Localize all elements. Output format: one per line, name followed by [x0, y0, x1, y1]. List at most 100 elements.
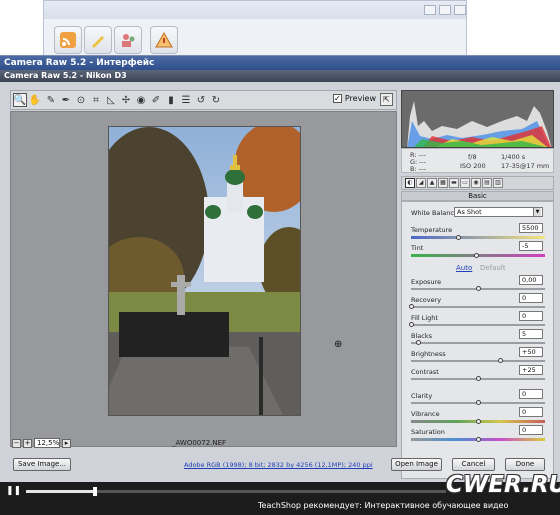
open-image-button[interactable]: Open Image [391, 458, 442, 471]
pause-icon[interactable]: ❚❚ [6, 486, 21, 496]
default-button[interactable]: Default [480, 264, 506, 272]
fill-light-input[interactable]: 0 [519, 311, 543, 321]
temperature-slider-knob[interactable] [456, 235, 461, 240]
done-button[interactable]: Done [505, 458, 545, 471]
temperature-slider[interactable] [411, 236, 545, 239]
cancel-button[interactable]: Cancel [452, 458, 495, 471]
maximize-icon[interactable] [439, 5, 451, 15]
auto-button[interactable]: Auto [456, 264, 472, 272]
iso: ISO 200 [460, 162, 486, 170]
crop-tool-icon[interactable]: ⌗ [89, 93, 103, 107]
fill-light-slider-knob[interactable] [409, 322, 414, 327]
video-progress-handle[interactable] [93, 487, 97, 496]
tool-bar: 🔍 ✋ ✎ ✒ ⊙ ⌗ ◺ ✢ ◉ ✐ ▮ ☰ ↺ ↻ ✓ Preview ⇱ [10, 90, 397, 110]
contrast-input[interactable]: +25 [519, 365, 543, 375]
brightness-input[interactable]: +50 [519, 347, 543, 357]
warning-icon[interactable] [150, 26, 178, 54]
vibrance-slider-knob[interactable] [476, 419, 481, 424]
save-image-button[interactable]: Save Image... [13, 458, 71, 471]
contrast-slider-knob[interactable] [476, 376, 481, 381]
saturation-label: Saturation [411, 428, 445, 436]
tab-tone-curve-icon[interactable]: ◢ [416, 178, 426, 188]
clarity-slider-knob[interactable] [476, 400, 481, 405]
close-icon[interactable] [454, 5, 466, 15]
file-name: _AWO0072.NEF [172, 439, 227, 447]
image-preview-area[interactable]: ⊕ [10, 111, 397, 447]
camera-raw-window: Camera Raw 5.2 - Интерфейс Camera Raw 5.… [0, 55, 560, 515]
graduated-filter-icon[interactable]: ▮ [164, 93, 178, 107]
zoom-out-button[interactable]: − [12, 438, 21, 448]
exposure-slider-knob[interactable] [476, 286, 481, 291]
brightness-label: Brightness [411, 350, 446, 358]
tab-detail-icon[interactable]: ▲ [427, 178, 437, 188]
photo-preview [108, 126, 301, 416]
temperature-input[interactable]: 5500 [519, 223, 543, 233]
video-progress[interactable] [26, 487, 446, 496]
tab-camera-calibration-icon[interactable]: ◉ [471, 178, 481, 188]
panel-title: Basic [401, 191, 554, 201]
basic-panel: White Balance: As Shot ▼ Temperature 550… [401, 201, 554, 479]
zoom-cursor-icon: ⊕ [334, 339, 343, 350]
vibrance-input[interactable]: 0 [519, 407, 543, 417]
tab-snapshots-icon[interactable]: ▥ [493, 178, 503, 188]
rotate-left-icon[interactable]: ↺ [194, 93, 208, 107]
saturation-input[interactable]: 0 [519, 425, 543, 435]
hand-tool-icon[interactable]: ✋ [28, 93, 42, 107]
zoom-dropdown-icon[interactable]: ▸ [62, 438, 71, 448]
spot-removal-icon[interactable]: ✢ [119, 93, 133, 107]
tab-split-toning-icon[interactable]: ▬ [449, 178, 459, 188]
red-eye-icon[interactable]: ◉ [134, 93, 148, 107]
tab-lens-icon[interactable]: ▭ [460, 178, 470, 188]
lens: 17-35@17 mm [501, 162, 550, 170]
tint-slider-knob[interactable] [474, 253, 479, 258]
tint-input[interactable]: -5 [519, 241, 543, 251]
panel-tabs: ◐ ◢ ▲ ▦ ▬ ▭ ◉ ▤ ▥ [401, 176, 554, 190]
tab-hsl-icon[interactable]: ▦ [438, 178, 448, 188]
fullscreen-icon[interactable]: ⇱ [380, 93, 393, 106]
pencil-icon[interactable] [84, 26, 112, 54]
users-icon[interactable] [114, 26, 142, 54]
checkbox-check-icon[interactable]: ✓ [332, 94, 342, 103]
tab-presets-icon[interactable]: ▤ [482, 178, 492, 188]
brightness-slider[interactable] [411, 360, 545, 362]
b-label: B: [410, 165, 417, 173]
watermark: CWER.RU [446, 472, 560, 498]
blacks-label: Blacks [411, 332, 432, 340]
right-panel: R: G: B: --- --- --- f/8 1/400 s ISO 200… [400, 90, 555, 479]
white-balance-value: As Shot [457, 208, 482, 216]
white-balance-select[interactable]: As Shot ▼ [454, 207, 543, 217]
exposure-input[interactable]: 0,00 [519, 275, 543, 285]
recovery-slider-knob[interactable] [409, 304, 414, 309]
zoom-tool-icon[interactable]: 🔍 [13, 93, 27, 107]
clarity-input[interactable]: 0 [519, 389, 543, 399]
blacks-input[interactable]: 5 [519, 329, 543, 339]
preferences-icon[interactable]: ☰ [179, 93, 193, 107]
workflow-options-link[interactable]: Adobe RGB (1998); 8 bit; 2832 by 4256 (1… [184, 461, 373, 469]
background-window [43, 0, 467, 56]
color-sampler-icon[interactable]: ✒ [59, 93, 73, 107]
adjustment-brush-icon[interactable]: ✐ [149, 93, 163, 107]
camera-info: R: G: B: --- --- --- f/8 1/400 s ISO 200… [401, 148, 554, 173]
brightness-slider-knob[interactable] [498, 358, 503, 363]
ticker-text: TeachShop рекомендует: Интерактивное обу… [258, 501, 509, 510]
preview-checkbox[interactable]: ✓ Preview [332, 94, 376, 103]
white-balance-tool-icon[interactable]: ✎ [44, 93, 58, 107]
recovery-input[interactable]: 0 [519, 293, 543, 303]
tab-basic-icon[interactable]: ◐ [405, 178, 415, 188]
preview-label: Preview [344, 94, 376, 103]
fill-light-slider[interactable] [411, 324, 545, 326]
recovery-slider[interactable] [411, 306, 545, 308]
fill-light-label: Fill Light [411, 314, 438, 322]
rotate-right-icon[interactable]: ↻ [209, 93, 223, 107]
zoom-in-button[interactable]: + [23, 438, 32, 448]
targeted-adjustment-icon[interactable]: ⊙ [74, 93, 88, 107]
zoom-level[interactable]: 12,5% [34, 438, 60, 448]
blacks-slider[interactable] [411, 342, 545, 344]
straighten-tool-icon[interactable]: ◺ [104, 93, 118, 107]
shutter-speed: 1/400 s [501, 153, 526, 161]
chevron-down-icon: ▼ [533, 208, 541, 216]
rss-icon[interactable] [54, 26, 82, 54]
saturation-slider-knob[interactable] [476, 437, 481, 442]
minimize-icon[interactable] [424, 5, 436, 15]
blacks-slider-knob[interactable] [416, 340, 421, 345]
